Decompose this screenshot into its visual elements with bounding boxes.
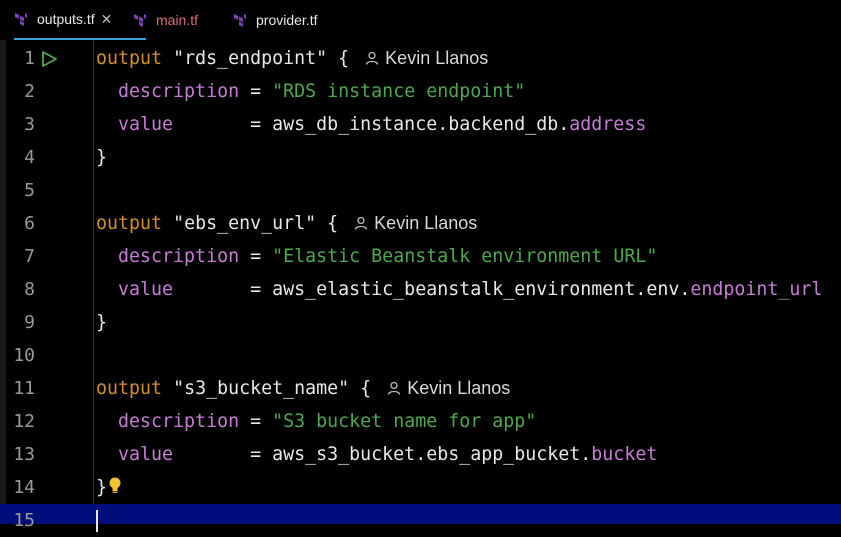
person-icon — [388, 381, 401, 395]
string: "RDS instance endpoint" — [272, 81, 526, 102]
brace: { — [349, 378, 372, 399]
output-name: "ebs_env_url" — [173, 213, 317, 234]
attribute: bucket — [591, 444, 658, 465]
operator: = — [173, 114, 273, 135]
line-number: 13 — [13, 444, 35, 465]
brace: { — [327, 48, 350, 69]
code-text: } — [96, 471, 123, 504]
tab-main-tf[interactable]: main.tf — [133, 0, 223, 40]
code-line[interactable]: 7 description = "Elastic Beanstalk envir… — [0, 240, 841, 273]
line-number: 2 — [24, 81, 35, 102]
terraform-icon — [134, 14, 146, 27]
terraform-icon — [15, 13, 27, 26]
line-number: 3 — [24, 114, 35, 135]
code-line[interactable]: 4 } — [0, 141, 841, 174]
code-editor[interactable]: 1 output "rds_endpoint" { Kevin Llanos 2 … — [0, 40, 841, 532]
code-line[interactable]: 1 output "rds_endpoint" { Kevin Llanos — [0, 42, 841, 75]
code-text: value = aws_elastic_beanstalk_environmen… — [96, 273, 822, 306]
code-line[interactable]: 5 — [0, 174, 841, 207]
code-text: description = "RDS instance endpoint" — [96, 75, 525, 108]
code-line[interactable]: 6 output "ebs_env_url" { Kevin Llanos — [0, 207, 841, 240]
line-number: 5 — [24, 180, 35, 201]
tab-label: provider.tf — [256, 12, 318, 28]
line-number: 12 — [13, 411, 35, 432]
line-number: 11 — [13, 378, 35, 399]
author-inlay[interactable]: Kevin Llanos — [365, 48, 488, 68]
line-number: 4 — [24, 147, 35, 168]
tab-label: outputs.tf — [37, 11, 95, 27]
editor-tab-bar: outputs.tf ✕ main.tf provider.tf — [0, 0, 841, 40]
text-caret — [96, 510, 98, 532]
code-line-current[interactable]: 15 — [0, 504, 841, 532]
person-icon — [355, 216, 368, 230]
tab-outputs-tf[interactable]: outputs.tf ✕ — [14, 0, 146, 40]
brace: } — [96, 477, 108, 498]
reference: aws_db_instance.backend_db. — [272, 114, 570, 135]
tab-provider-tf[interactable]: provider.tf — [233, 0, 343, 40]
line-number: 15 — [13, 510, 35, 531]
keyword: output — [96, 48, 163, 69]
line-number: 7 — [24, 246, 35, 267]
operator: = — [239, 246, 273, 267]
keyword: output — [96, 378, 163, 399]
author-name: Kevin Llanos — [385, 48, 489, 68]
code-line[interactable]: 8 value = aws_elastic_beanstalk_environm… — [0, 273, 841, 306]
property: description — [118, 81, 240, 102]
attribute: endpoint_url — [690, 279, 823, 300]
property: description — [118, 411, 240, 432]
property: value — [118, 279, 174, 300]
reference: aws_elastic_beanstalk_environment.env. — [272, 279, 691, 300]
author-inlay[interactable]: Kevin Llanos — [354, 213, 477, 233]
code-text: value = aws_s3_bucket.ebs_app_bucket.buc… — [96, 438, 657, 471]
code-line[interactable]: 10 — [0, 339, 841, 372]
terraform-icon — [234, 14, 246, 27]
line-number: 1 — [24, 48, 35, 69]
code-text: } — [96, 306, 107, 339]
brace: } — [96, 147, 108, 168]
code-line[interactable]: 14 } — [0, 471, 841, 504]
property: value — [118, 114, 174, 135]
run-play-icon[interactable] — [40, 51, 58, 67]
author-inlay[interactable]: Kevin Llanos — [387, 378, 510, 398]
line-number: 6 — [24, 213, 35, 234]
reference: aws_s3_bucket.ebs_app_bucket. — [272, 444, 592, 465]
keyword: output — [96, 213, 163, 234]
code-line[interactable]: 2 description = "RDS instance endpoint" — [0, 75, 841, 108]
line-number: 8 — [24, 279, 35, 300]
line-number: 10 — [13, 345, 35, 366]
string: "S3 bucket name for app" — [272, 411, 537, 432]
code-line[interactable]: 13 value = aws_s3_bucket.ebs_app_bucket.… — [0, 438, 841, 471]
output-name: "rds_endpoint" — [173, 48, 328, 69]
code-text: output "s3_bucket_name" { Kevin Llanos — [96, 372, 510, 405]
line-number: 14 — [13, 477, 35, 498]
operator: = — [239, 411, 273, 432]
person-icon — [366, 51, 379, 65]
author-name: Kevin Llanos — [374, 213, 478, 233]
close-icon[interactable]: ✕ — [101, 11, 113, 28]
code-line[interactable]: 11 output "s3_bucket_name" { Kevin Llanos — [0, 372, 841, 405]
code-text: description = "Elastic Beanstalk environ… — [96, 240, 657, 273]
line-number: 9 — [24, 312, 35, 333]
brace: } — [96, 312, 108, 333]
code-text: } — [96, 141, 107, 174]
output-name: "s3_bucket_name" — [173, 378, 350, 399]
property: value — [118, 444, 174, 465]
code-text: output "rds_endpoint" { Kevin Llanos — [96, 42, 488, 75]
attribute: address — [569, 114, 647, 135]
tab-label: main.tf — [156, 12, 199, 28]
operator: = — [239, 81, 273, 102]
author-name: Kevin Llanos — [407, 378, 511, 398]
operator: = — [173, 444, 273, 465]
brace: { — [316, 213, 339, 234]
string: "Elastic Beanstalk environment URL" — [272, 246, 658, 267]
lightbulb-icon[interactable] — [107, 476, 123, 496]
operator: = — [173, 279, 273, 300]
code-text: value = aws_db_instance.backend_db.addre… — [96, 108, 646, 141]
property: description — [118, 246, 240, 267]
code-line[interactable]: 12 description = "S3 bucket name for app… — [0, 405, 841, 438]
code-text: output "ebs_env_url" { Kevin Llanos — [96, 207, 477, 240]
code-line[interactable]: 3 value = aws_db_instance.backend_db.add… — [0, 108, 841, 141]
code-text: description = "S3 bucket name for app" — [96, 405, 536, 438]
code-line[interactable]: 9 } — [0, 306, 841, 339]
